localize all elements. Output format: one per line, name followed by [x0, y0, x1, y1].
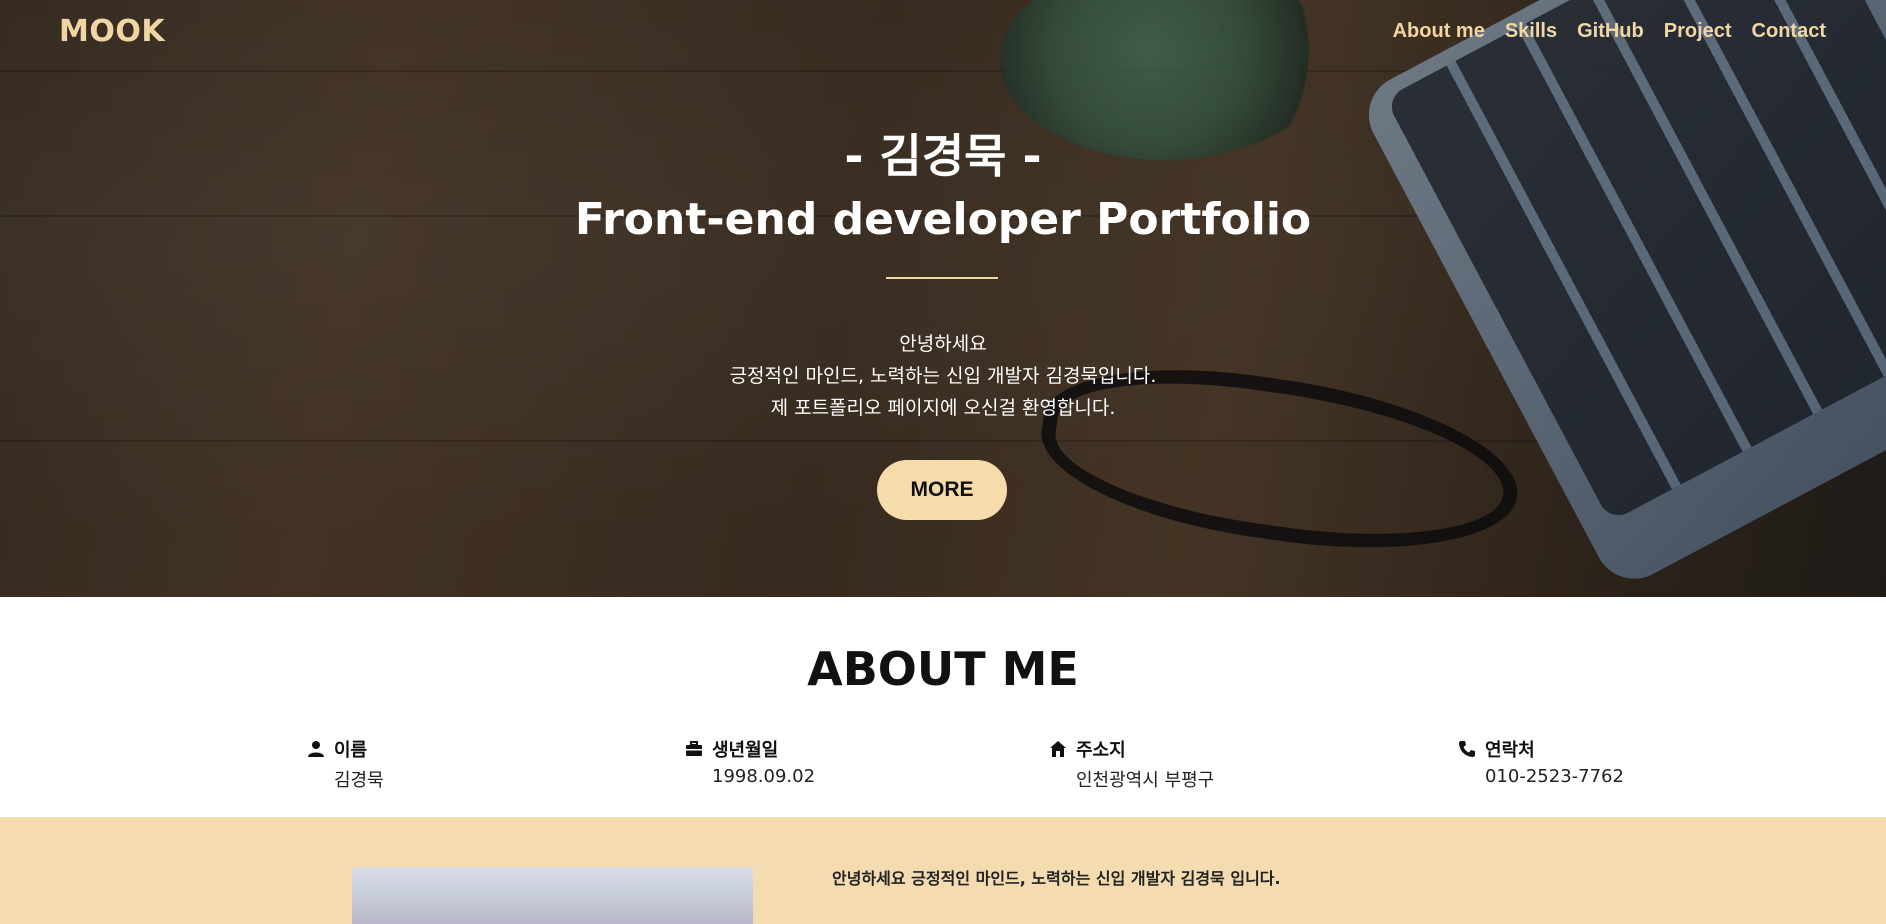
- site-logo[interactable]: MOOK: [59, 14, 165, 49]
- info-label: 주소지: [1076, 740, 1126, 761]
- info-item-address: 주소지 인천광역시 부평구: [1049, 736, 1214, 792]
- hero-intro: 안녕하세요 긍정적인 마인드, 노력하는 신입 개발자 김경묵입니다. 제 포트…: [0, 328, 1886, 424]
- info-head: 생년월일: [685, 736, 815, 762]
- about-section-title: ABOUT ME: [807, 642, 1079, 696]
- info-value: 010-2523-7762: [1485, 766, 1624, 787]
- hero-intro-line: 긍정적인 마인드, 노력하는 신입 개발자 김경묵입니다.: [729, 365, 1157, 387]
- nav-project[interactable]: Project: [1664, 20, 1732, 43]
- more-button[interactable]: MORE: [877, 460, 1007, 520]
- hero-section: MOOK About me Skills GitHub Project Cont…: [0, 0, 1886, 597]
- hero-intro-line: 안녕하세요: [899, 333, 987, 355]
- info-label: 이름: [334, 740, 368, 761]
- hero-name: - 김경묵 -: [844, 129, 1042, 183]
- info-item-birthdate: 생년월일 1998.09.02: [685, 736, 815, 787]
- phone-icon: [1459, 741, 1475, 757]
- hero-divider: [886, 277, 998, 279]
- user-icon: [308, 741, 324, 757]
- home-icon: [1050, 741, 1066, 757]
- hero-title: Front-end developer Portfolio: [574, 194, 1312, 245]
- nav-github[interactable]: GitHub: [1577, 20, 1644, 43]
- nav-contact[interactable]: Contact: [1752, 20, 1826, 43]
- main-nav: About me Skills GitHub Project Contact: [1393, 20, 1826, 43]
- info-value: 인천광역시 부평구: [1076, 770, 1215, 791]
- profile-photo: [352, 867, 753, 924]
- nav-skills[interactable]: Skills: [1505, 20, 1557, 43]
- info-head: 주소지: [1049, 736, 1214, 762]
- info-item-name: 이름 김경묵: [307, 736, 384, 792]
- about-intro-text: 안녕하세요 긍정적인 마인드, 노력하는 신입 개발자 김경묵 입니다.: [832, 869, 1281, 888]
- info-label: 생년월일: [712, 740, 779, 761]
- info-value: 김경묵: [334, 770, 384, 791]
- briefcase-icon: [686, 741, 702, 756]
- hero-intro-line: 제 포트폴리오 페이지에 오신걸 환영합니다.: [770, 397, 1116, 419]
- info-label: 연락처: [1485, 740, 1535, 761]
- info-head: 이름: [307, 736, 384, 762]
- nav-about-me[interactable]: About me: [1393, 20, 1485, 43]
- info-head: 연락처: [1458, 736, 1624, 762]
- info-item-phone: 연락처 010-2523-7762: [1458, 736, 1624, 787]
- info-value: 1998.09.02: [712, 766, 816, 787]
